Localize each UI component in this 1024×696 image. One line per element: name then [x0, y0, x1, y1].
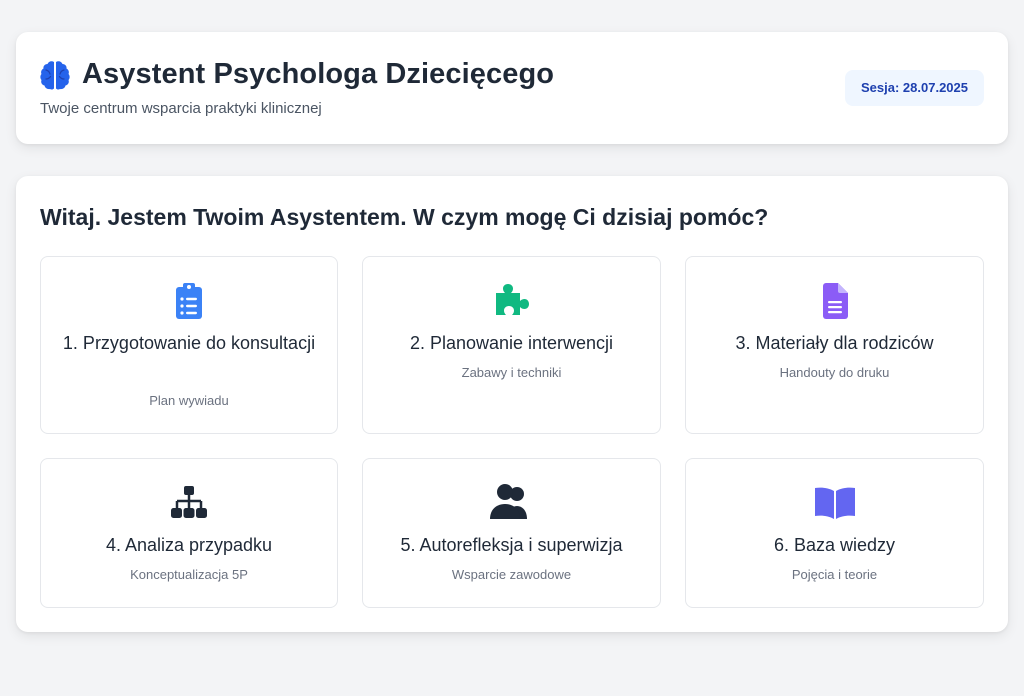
- header-card: Asystent Psychologa Dziecięcego Twoje ce…: [16, 32, 1008, 144]
- app-subtitle: Twoje centrum wsparcia praktyki kliniczn…: [40, 100, 322, 117]
- app-title: Asystent Psychologa Dziecięcego: [82, 58, 555, 90]
- tile-subtitle: Plan wywiadu: [149, 393, 229, 408]
- tile-title: 6. Baza wiedzy: [773, 535, 896, 555]
- tile-intervention-planning[interactable]: 2. Planowanie interwencji Zabawy i techn…: [362, 256, 661, 434]
- session-badge: Sesja: 28.07.2025: [845, 70, 984, 106]
- tile-title: 2. Planowanie interwencji: [409, 333, 614, 353]
- main-card: Witaj. Jestem Twoim Asystentem. W czym m…: [16, 176, 1008, 632]
- sitemap-icon: [171, 486, 207, 518]
- tile-subtitle: Handouty do druku: [779, 365, 890, 380]
- puzzle-piece-icon: [495, 284, 529, 315]
- tile-title: 4. Analiza przypadku: [105, 535, 273, 555]
- tile-subtitle: Wsparcie zawodowe: [451, 567, 572, 582]
- users-icon: [489, 484, 527, 519]
- document-icon: [822, 283, 848, 319]
- tile-subtitle: Pojęcia i teorie: [791, 567, 878, 582]
- brain-icon: [40, 61, 70, 90]
- tile-subtitle: Zabawy i techniki: [461, 365, 562, 380]
- tile-parent-materials[interactable]: 3. Materiały dla rodziców Handouty do dr…: [685, 256, 984, 434]
- tile-knowledge-base[interactable]: 6. Baza wiedzy Pojęcia i teorie: [685, 458, 984, 608]
- tile-case-analysis[interactable]: 4. Analiza przypadku Konceptualizacja 5P: [40, 458, 338, 608]
- tile-title: 1. Przygotowanie do konsultacji: [62, 333, 316, 353]
- tile-title: 5. Autorefleksja i superwizja: [400, 535, 623, 555]
- book-open-icon: [814, 487, 855, 519]
- clipboard-list-icon: [176, 283, 202, 319]
- tile-consultation-prep[interactable]: 1. Przygotowanie do konsultacji Plan wyw…: [40, 256, 338, 434]
- tile-title: 3. Materiały dla rodziców: [735, 333, 934, 353]
- tile-self-reflection[interactable]: 5. Autorefleksja i superwizja Wsparcie z…: [362, 458, 661, 608]
- tile-subtitle: Konceptualizacja 5P: [130, 567, 248, 582]
- welcome-heading: Witaj. Jestem Twoim Asystentem. W czym m…: [40, 204, 769, 230]
